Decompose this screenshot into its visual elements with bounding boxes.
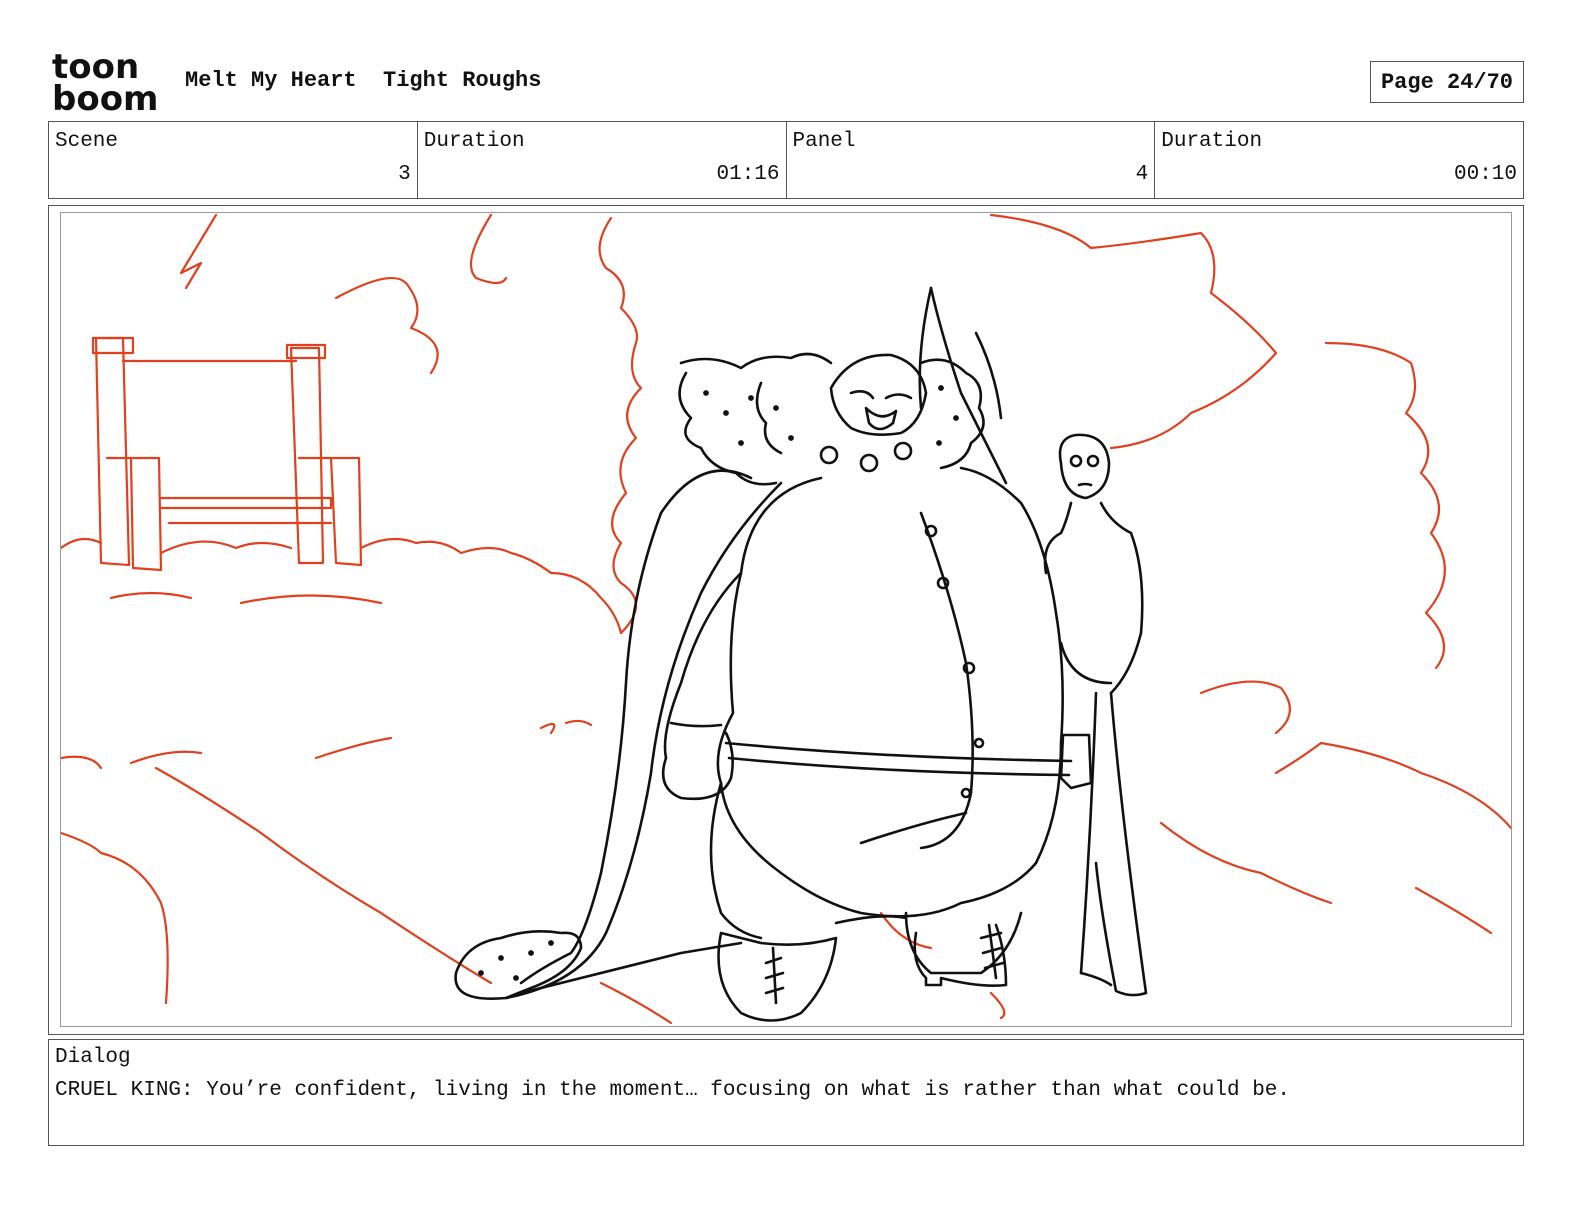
- project-title: Melt My Heart Tight Roughs: [185, 68, 542, 93]
- scene-label: Scene: [55, 130, 119, 153]
- scene-cell: Scene 3: [49, 122, 418, 198]
- rough-background: [61, 213, 1511, 1025]
- storyboard-panel: [48, 205, 1524, 1035]
- panel-drawing-area: [60, 212, 1512, 1027]
- logo-text-bottom: boom: [52, 79, 158, 114]
- dialog-text: CRUEL KING: You’re confident, living in …: [55, 1079, 1291, 1102]
- panel-sketch: [61, 213, 1511, 1025]
- panel-cell: Panel 4: [787, 122, 1156, 198]
- page-number: Page 24/70: [1370, 61, 1524, 103]
- servant-figure: [1043, 433, 1148, 997]
- panel-label: Panel: [792, 130, 856, 153]
- scene-duration-label: Duration: [423, 130, 525, 153]
- king-figure: [454, 286, 1093, 1022]
- scene-duration-value: 01:16: [716, 163, 780, 186]
- panel-duration-value: 00:10: [1453, 163, 1517, 186]
- panel-duration-label: Duration: [1161, 130, 1263, 153]
- dialog-box: Dialog CRUEL KING: You’re confident, liv…: [48, 1039, 1524, 1146]
- scene-info-row: Scene 3 Duration 01:16 Panel 4 Duration …: [48, 121, 1524, 199]
- scene-duration-cell: Duration 01:16: [418, 122, 787, 198]
- panel-duration-cell: Duration 00:10: [1155, 122, 1523, 198]
- toon-boom-logo: toon boom: [52, 50, 158, 114]
- panel-value: 4: [1135, 163, 1149, 186]
- dialog-label: Dialog: [55, 1046, 131, 1069]
- scene-value: 3: [398, 163, 411, 186]
